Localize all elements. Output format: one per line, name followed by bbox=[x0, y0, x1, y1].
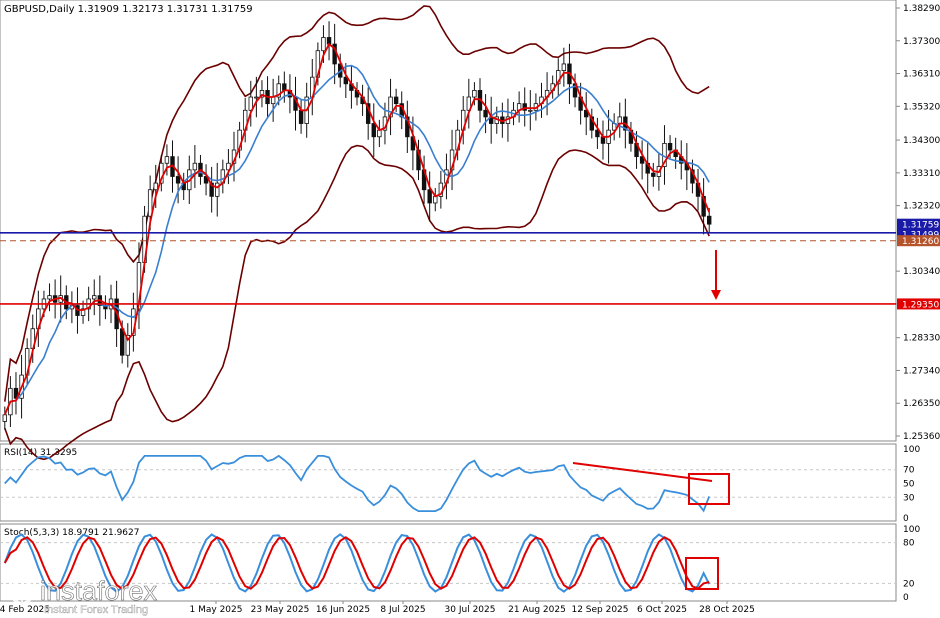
x-tick-label: 23 May 2025 bbox=[251, 605, 310, 615]
candle-body bbox=[393, 96, 399, 105]
rsi-y-tick: 0 bbox=[903, 514, 909, 524]
chart-title: GBPUSD,Daily 1.31909 1.32173 1.31731 1.3… bbox=[4, 4, 253, 15]
y-tick-label: 1.34300 bbox=[903, 136, 940, 146]
y-tick-label: 1.33310 bbox=[903, 169, 940, 179]
y-tick-label: 1.30340 bbox=[903, 267, 940, 277]
stoch-y-tick: 100 bbox=[903, 525, 920, 535]
rsi-y-tick: 100 bbox=[903, 445, 920, 455]
candle-body bbox=[321, 37, 326, 52]
y-tick-label: 1.32320 bbox=[903, 202, 940, 212]
watermark-tagline: Instant Forex Trading bbox=[44, 604, 148, 616]
rsi-y-tick: 70 bbox=[903, 466, 915, 476]
candle-body bbox=[707, 215, 712, 225]
candle-body bbox=[472, 90, 477, 98]
y-tick-label: 1.25360 bbox=[903, 432, 940, 442]
x-tick-label: 24 Feb 2025 bbox=[0, 605, 50, 615]
stoch-y-tick: 80 bbox=[903, 539, 915, 549]
stoch-y-tick: 20 bbox=[903, 579, 915, 589]
candle-body bbox=[2, 414, 7, 422]
candle-body bbox=[617, 116, 622, 124]
y-tick-label: 1.38290 bbox=[903, 4, 940, 14]
price-label-text: 1.29350 bbox=[902, 300, 939, 310]
candle-body bbox=[651, 172, 656, 177]
watermark-brand: instaforex bbox=[40, 576, 158, 606]
y-tick-label: 1.27340 bbox=[903, 366, 940, 376]
candle-body bbox=[377, 129, 382, 138]
x-tick-label: 1 May 2025 bbox=[190, 605, 243, 615]
candle-body bbox=[600, 136, 606, 144]
x-tick-label: 30 Jul 2025 bbox=[445, 605, 496, 615]
candle-body bbox=[483, 109, 488, 118]
candle-body bbox=[119, 328, 125, 356]
candle-body bbox=[192, 162, 198, 171]
y-tick-label: 1.28330 bbox=[903, 334, 940, 344]
x-tick-label: 12 Sep 2025 bbox=[571, 605, 628, 615]
y-tick-label: 1.35320 bbox=[903, 102, 940, 112]
candle-body bbox=[92, 295, 97, 300]
main-price-panel bbox=[0, 0, 897, 442]
candle-body bbox=[528, 109, 533, 112]
y-tick-label: 1.37300 bbox=[903, 37, 940, 47]
y-tick-label: 1.36310 bbox=[903, 70, 940, 80]
candle-body bbox=[298, 109, 304, 124]
rsi-panel bbox=[0, 443, 897, 522]
stoch-y-tick: 0 bbox=[903, 593, 909, 603]
x-tick-label: 16 Jun 2025 bbox=[316, 605, 370, 615]
candle-body bbox=[164, 156, 170, 164]
price-labels: 1.317591.314991.312601.29350 bbox=[897, 218, 940, 310]
x-tick-label: 6 Oct 2025 bbox=[637, 605, 687, 615]
candle-body bbox=[270, 96, 276, 105]
price-label-text: 1.31260 bbox=[902, 237, 939, 247]
candle-body bbox=[254, 96, 259, 99]
y-tick-label: 1.26350 bbox=[903, 399, 940, 409]
candle-body bbox=[667, 142, 673, 151]
candle-body bbox=[427, 189, 432, 204]
x-tick-label: 8 Jul 2025 bbox=[380, 605, 425, 615]
candle-body bbox=[153, 182, 158, 191]
candle-body bbox=[371, 123, 376, 138]
candle-body bbox=[282, 83, 287, 91]
rsi-y-tick: 50 bbox=[903, 480, 915, 490]
candle-body bbox=[215, 182, 220, 197]
chart-canvas: GBPUSD,Daily 1.31909 1.32173 1.31731 1.3… bbox=[0, 0, 940, 616]
x-tick-label: 21 Aug 2025 bbox=[508, 605, 566, 615]
candle-body bbox=[47, 295, 52, 300]
x-tick-label: 28 Oct 2025 bbox=[699, 605, 755, 615]
candle-body bbox=[433, 195, 438, 204]
candle-body bbox=[175, 176, 181, 184]
rsi-y-tick: 30 bbox=[903, 493, 915, 503]
candle-body bbox=[561, 63, 567, 71]
candle-body bbox=[147, 189, 153, 217]
